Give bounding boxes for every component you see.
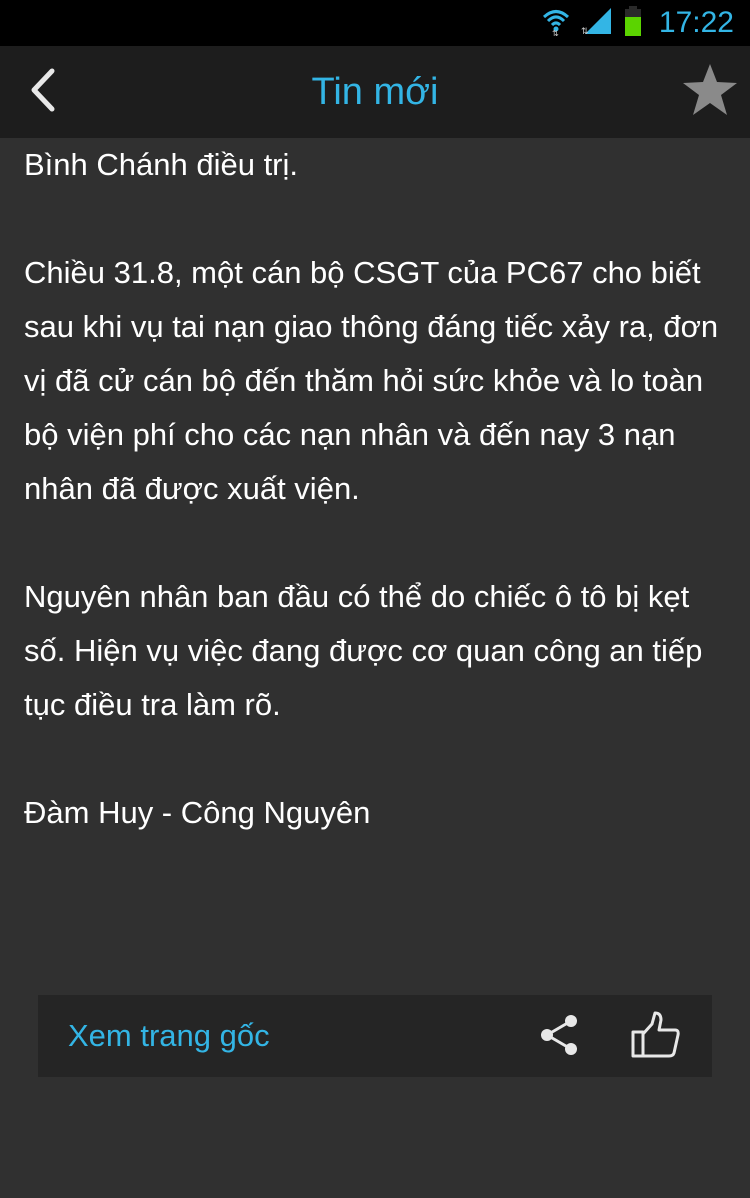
article-body: Bình Chánh điều trị. Chiều 31.8, một cán… (24, 138, 724, 894)
signal-icon: ⇅ (581, 6, 613, 40)
battery-icon (623, 5, 643, 41)
action-bar: Tin mới (0, 46, 750, 138)
article-paragraph: Chiều 31.8, một cán bộ CSGT của PC67 cho… (24, 255, 719, 506)
svg-text:⇅: ⇅ (581, 27, 589, 36)
view-original-link[interactable]: Xem trang gốc (68, 995, 270, 1077)
status-icons: ⇅ ⇅ 17:22 (541, 0, 734, 46)
favorite-button[interactable] (678, 60, 742, 124)
share-button[interactable] (530, 1008, 588, 1066)
article-paragraph: Bình Chánh điều trị. (24, 147, 299, 182)
share-icon (536, 1012, 582, 1062)
thumbs-up-icon (630, 1010, 682, 1064)
article-footer: Xem trang gốc (38, 995, 712, 1077)
article-author: Đàm Huy - Công Nguyên (24, 795, 371, 830)
back-button[interactable] (18, 64, 68, 120)
status-time: 17:22 (658, 6, 734, 39)
like-button[interactable] (626, 1007, 686, 1067)
status-bar: ⇅ ⇅ 17:22 (0, 0, 750, 46)
wifi-icon: ⇅ (541, 6, 571, 40)
svg-text:⇅: ⇅ (552, 29, 559, 36)
star-icon (681, 62, 739, 122)
page-title: Tin mới (311, 71, 439, 113)
article-paragraph: Nguyên nhân ban đầu có thể do chiếc ô tô… (24, 579, 703, 722)
chevron-left-icon (28, 67, 58, 117)
